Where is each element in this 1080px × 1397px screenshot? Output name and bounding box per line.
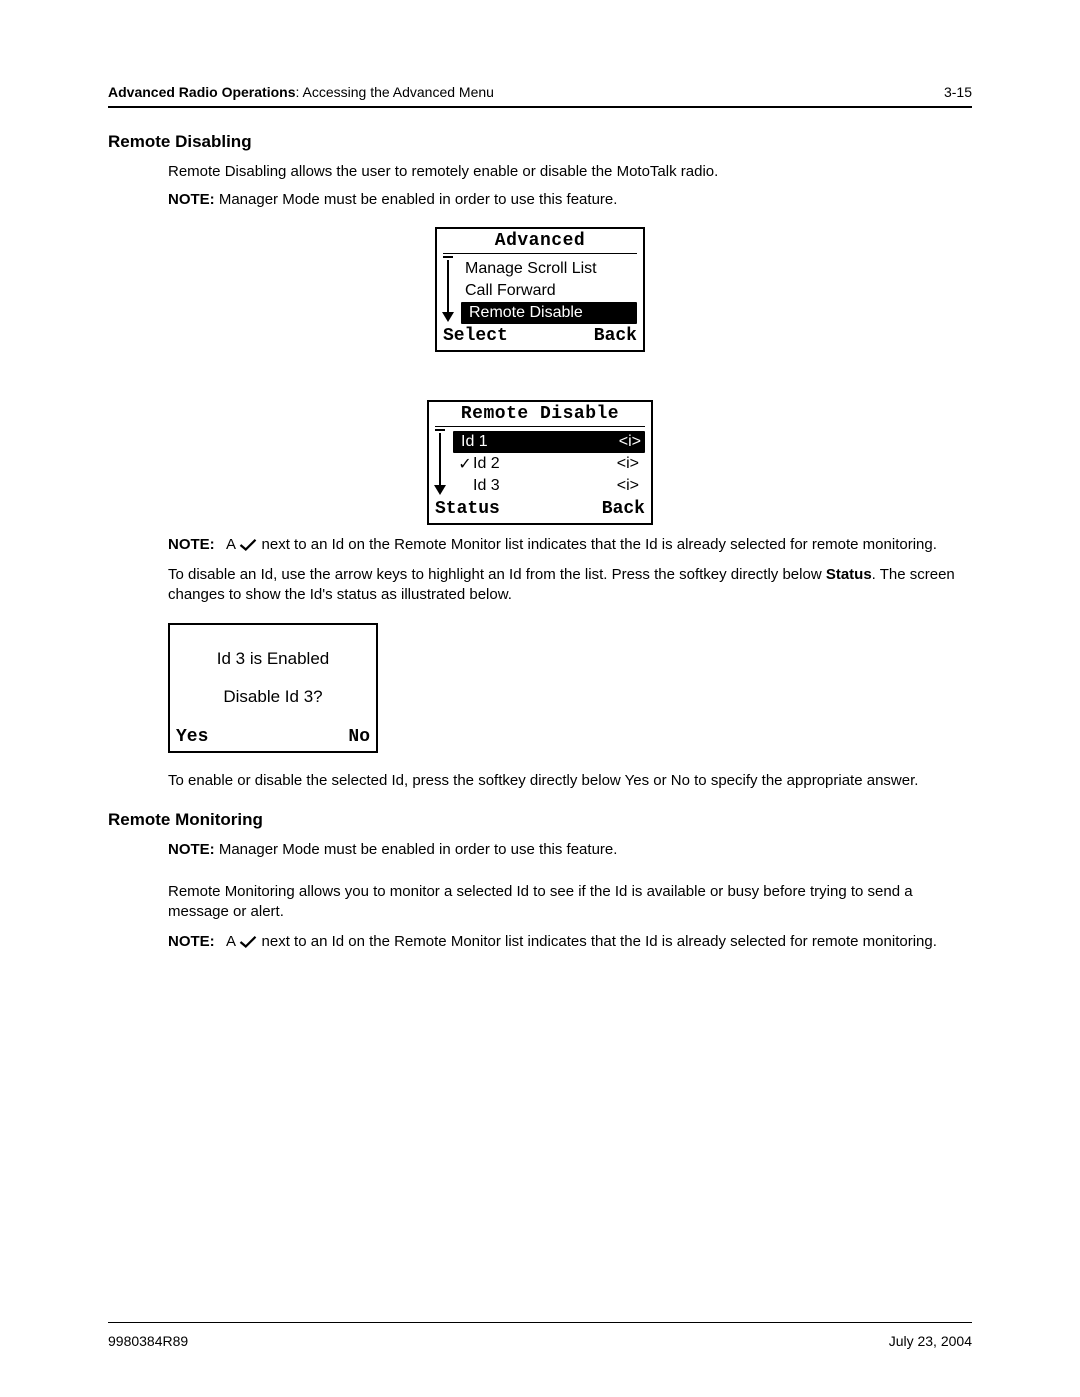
lcd-title: Advanced [437,229,643,251]
doc-date: July 23, 2004 [889,1333,972,1349]
heading-remote-monitoring: Remote Monitoring [108,810,972,830]
note-checkmark-meaning-2: NOTE: A next to an Id on the Remote Moni… [168,932,972,952]
softkey-right: Back [602,499,645,519]
id-row-selected: Id 1 <i> [453,431,645,453]
note-label: NOTE: [168,191,215,208]
scroll-indicator-icon [435,429,449,499]
id-row: Id 3 <i> [437,475,643,497]
id-row: ✓ Id 2 <i> [437,453,643,475]
header-page-num: 3-15 [944,84,972,100]
softkey-left: Select [443,326,508,346]
running-header: Advanced Radio Operations: Accessing the… [108,84,972,100]
page-footer: 9980384R89 July 23, 2004 [108,1322,972,1349]
check-icon [239,538,257,552]
softkey-left: Yes [176,727,208,747]
status-line: Id 3 is Enabled [180,649,366,669]
lcd-advanced-menu: Advanced Manage Scroll List Call Forward… [435,227,645,352]
menu-item: Call Forward [445,280,635,302]
lcd-remote-disable-list: Remote Disable Id 1 <i> ✓ Id 2 <i> [427,400,653,525]
lcd-confirm-disable: Id 3 is Enabled Disable Id 3? Yes No [168,623,378,753]
disable-instructions: To disable an Id, use the arrow keys to … [168,565,972,606]
lcd-title: Remote Disable [429,402,651,424]
menu-item-selected: Remote Disable [461,302,637,324]
note-text: Manager Mode must be enabled in order to… [219,191,618,208]
monitoring-intro: Remote Monitoring allows you to monitor … [168,882,972,923]
softkey-right: No [348,727,370,747]
note-checkmark-meaning-1: NOTE: A next to an Id on the Remote Moni… [168,535,972,555]
check-icon: ✓ [457,454,473,474]
note-manager-mode-2: NOTE: Manager Mode must be enabled in or… [168,840,972,860]
confirm-instructions: To enable or disable the selected Id, pr… [168,771,972,791]
header-rule [108,106,972,108]
check-icon [239,935,257,949]
header-subsection: Accessing the Advanced Menu [303,84,494,100]
scroll-indicator-icon [443,256,457,326]
note-manager-mode-1: NOTE: Manager Mode must be enabled in or… [168,190,972,210]
heading-remote-disabling: Remote Disabling [108,132,972,152]
intro-paragraph: Remote Disabling allows the user to remo… [168,162,972,182]
softkey-left: Status [435,499,500,519]
header-section: Advanced Radio Operations [108,84,295,100]
prompt-line: Disable Id 3? [180,687,366,707]
doc-number: 9980384R89 [108,1333,188,1349]
menu-item: Manage Scroll List [445,258,635,280]
softkey-right: Back [594,326,637,346]
